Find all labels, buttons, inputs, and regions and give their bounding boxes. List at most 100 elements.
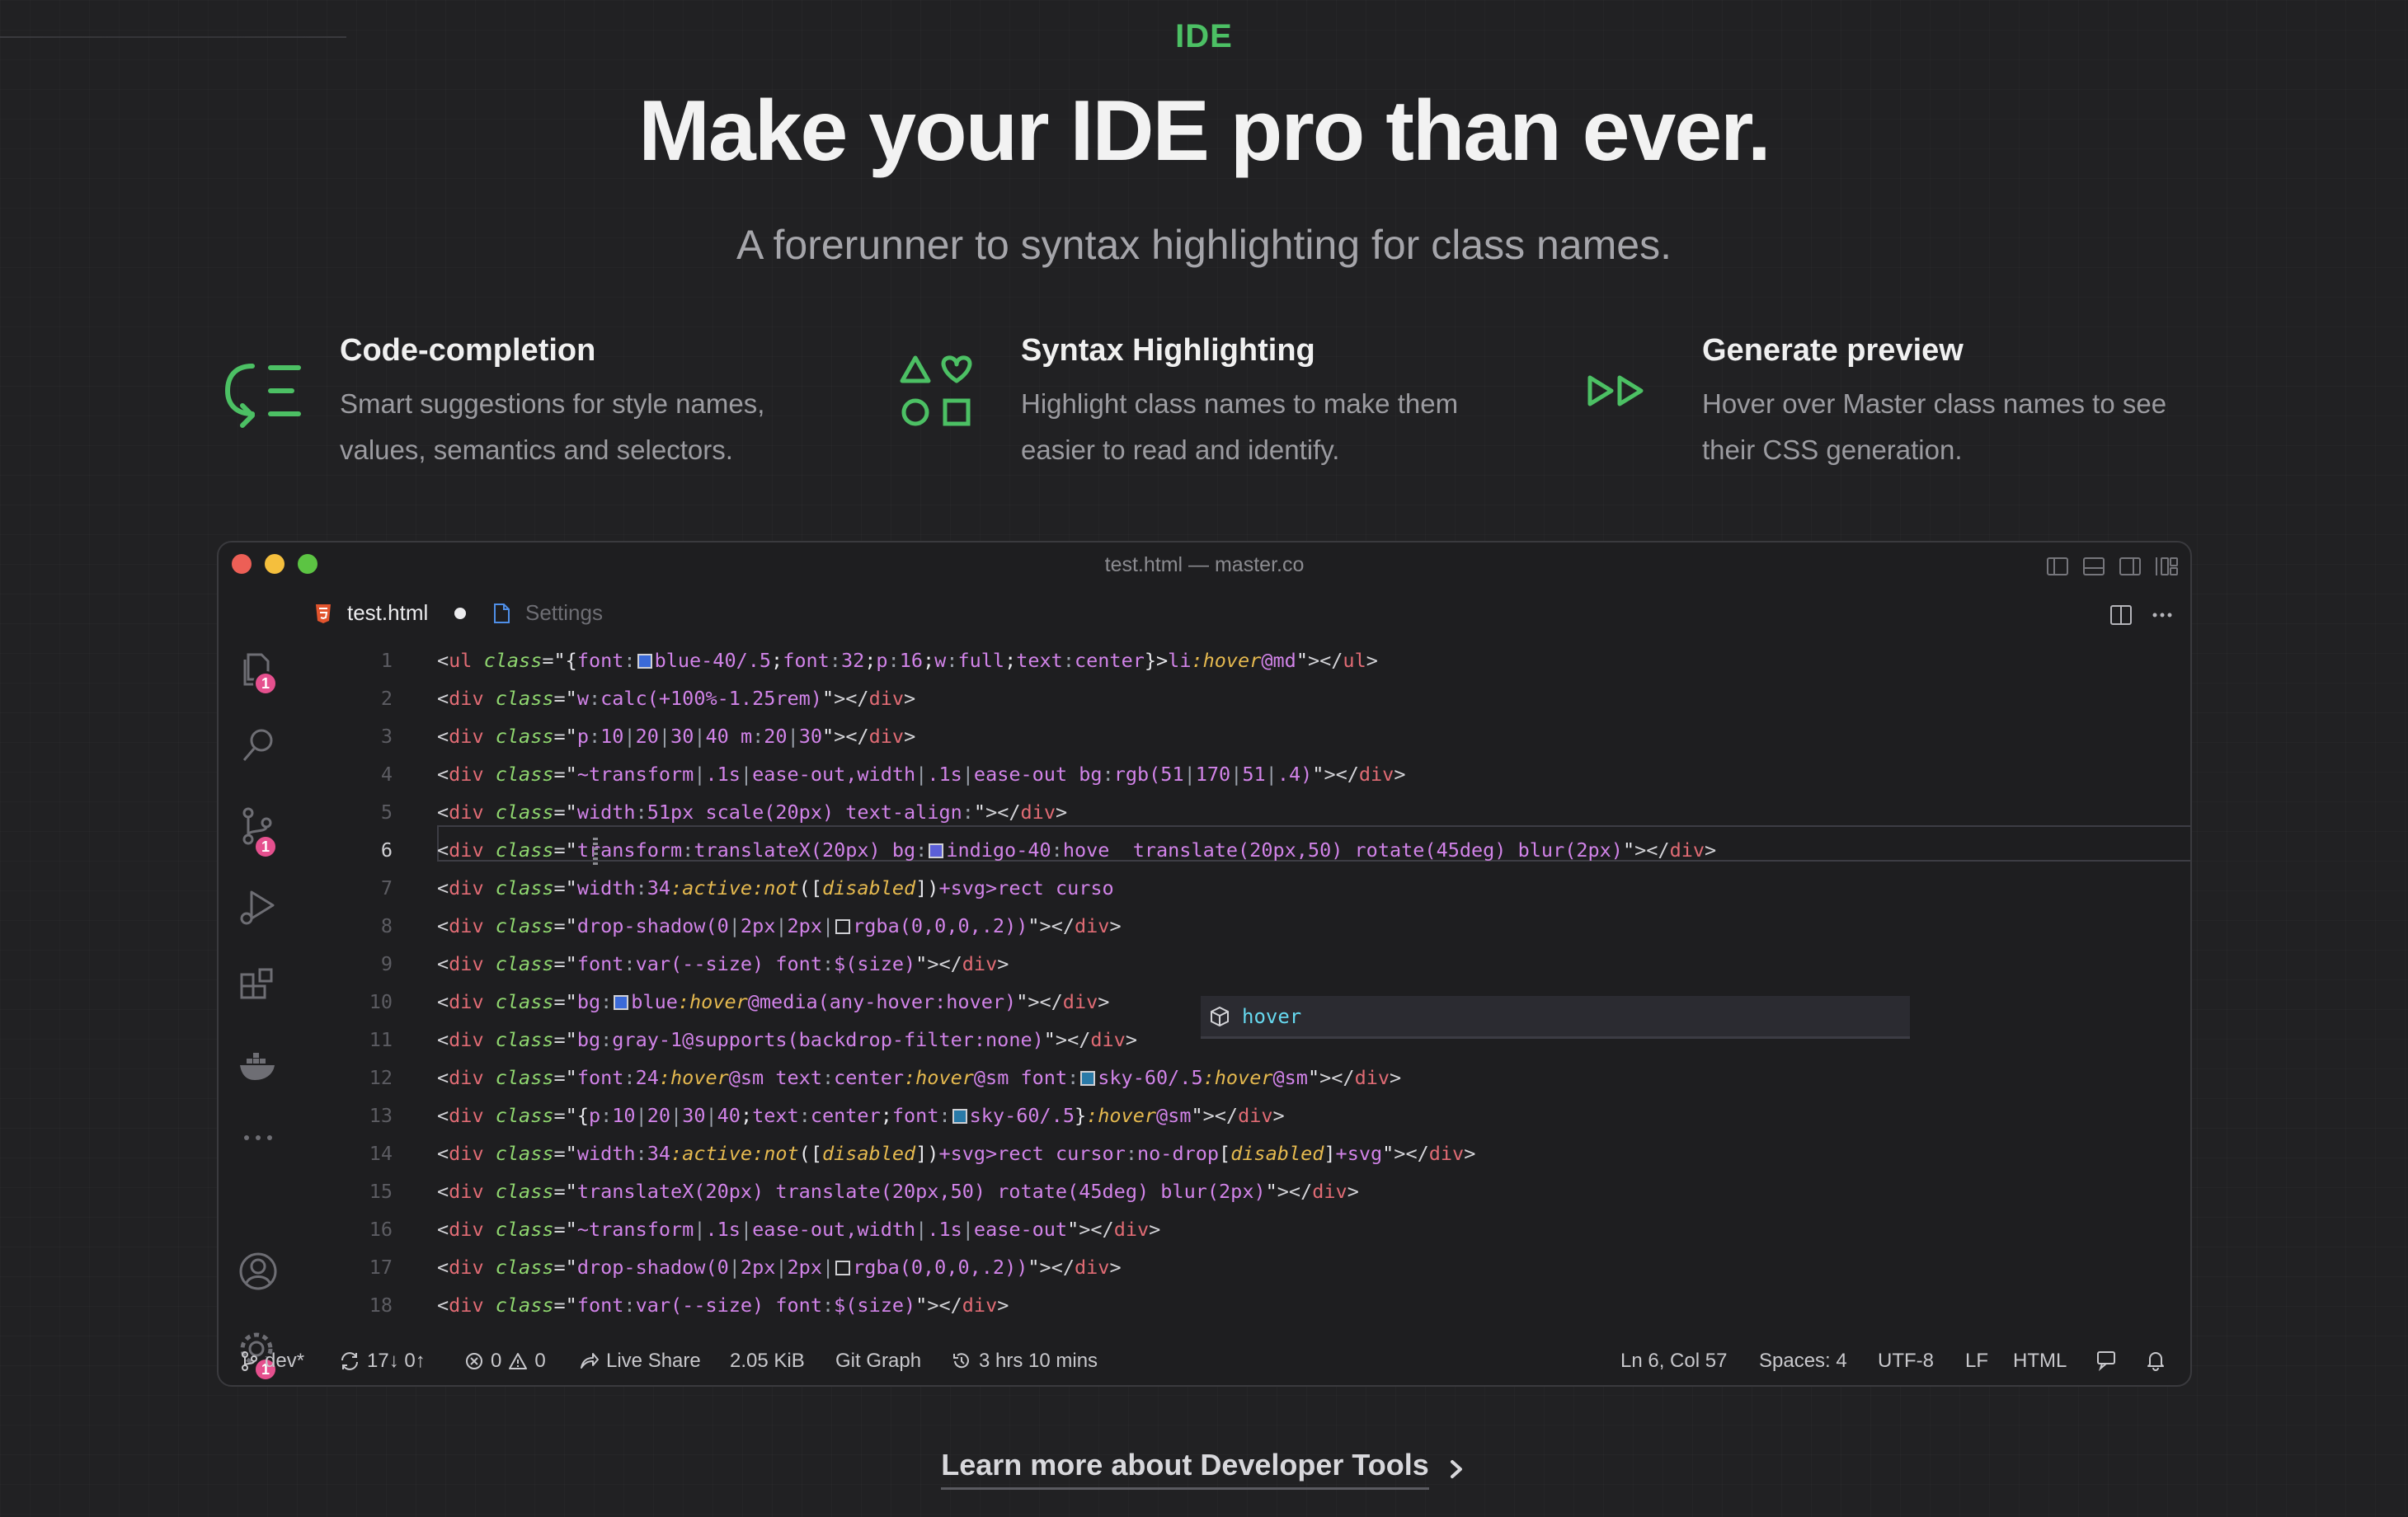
status-bar: dev* 17↓ 0↑ 0 0 Live Share 2.05 KiB Git … <box>219 1336 2190 1385</box>
status-time-tracker[interactable]: 3 hrs 10 mins <box>951 1350 1098 1373</box>
feature-title: Syntax Highlighting <box>1021 333 1315 368</box>
settings-file-icon <box>494 603 510 623</box>
chevron-right-icon <box>1450 1459 1462 1478</box>
code-line-current: 6 <div class="transform:translateX(20px) … <box>380 838 1717 862</box>
shapes-icon <box>900 355 972 426</box>
warning-count: 0 <box>534 1350 546 1372</box>
error-count: 0 <box>491 1350 502 1372</box>
eyebrow-label: IDE <box>1175 18 1233 54</box>
tab-test-html[interactable]: test.html <box>314 600 467 626</box>
code-line: 7 <div class="width:34:active:not([disabl… <box>380 876 1114 899</box>
activity-bar: 1 1 1 <box>219 589 298 1382</box>
time-label: 3 hrs 10 mins <box>979 1350 1098 1372</box>
code-line: 15 <div class="translateX(20px) translate… <box>369 1180 1359 1203</box>
suggestion-label: hover <box>1242 1004 1302 1028</box>
sync-icon <box>341 1352 358 1370</box>
page: IDE Make your IDE pro than ever. A forer… <box>0 0 2408 1517</box>
split-editor-icon[interactable] <box>2109 604 2133 627</box>
learn-more-label: Learn more about Developer Tools <box>941 1448 1429 1490</box>
warning-icon <box>509 1353 528 1369</box>
symbol-cube-icon <box>1211 1006 1229 1026</box>
code-line: 1 <ul class="{font: blue-40/.5;font:32;p:1… <box>380 649 1378 672</box>
tab-label: test.html <box>347 600 429 625</box>
html-file-icon <box>316 604 331 623</box>
code-line: 4 <div class="~transform|.1s|ease-out,wid… <box>380 763 1406 786</box>
title-bar: test.html — master.co <box>219 542 2190 589</box>
error-icon <box>466 1353 482 1369</box>
extensions-icon[interactable] <box>237 966 280 1009</box>
toggle-primary-sidebar-icon[interactable] <box>2045 554 2070 579</box>
code-line: 3 <div class="p:10|20|30|40 m:20|30"></di… <box>380 725 916 748</box>
editor-window: test.html — master.co 1 1 1 test.html Se… <box>217 541 2192 1387</box>
eyebrow: IDE <box>0 18 2408 55</box>
status-notifications[interactable] <box>2145 1350 2166 1371</box>
status-live-share[interactable]: Live Share <box>578 1350 701 1373</box>
status-language[interactable]: HTML <box>2013 1350 2067 1373</box>
code-line: 13 <div class="{p:10|20|30|40;text:center… <box>369 1104 1285 1127</box>
git-branch-icon <box>242 1351 257 1371</box>
autocomplete-suggestion[interactable]: hover <box>1201 996 1910 1039</box>
feature-list: Code-completion Smart suggestions for st… <box>216 333 2195 481</box>
bell-icon <box>2147 1352 2164 1371</box>
feedback-icon <box>2097 1351 2115 1371</box>
window-title: test.html — master.co <box>1104 553 1305 576</box>
live-share-icon <box>581 1353 599 1369</box>
history-clock-icon <box>953 1353 969 1369</box>
status-indentation[interactable]: Spaces: 4 <box>1759 1350 1847 1373</box>
branch-label: dev* <box>265 1350 305 1372</box>
file-size-label: 2.05 KiB <box>730 1350 805 1372</box>
code-editor[interactable]: 1 <ul class="{font: blue-40/.5;font:32;p:1… <box>298 641 2190 1334</box>
eyebrow-divider-right <box>0 35 346 38</box>
page-subtitle: A forerunner to syntax highlighting for … <box>736 222 1672 268</box>
toggle-secondary-sidebar-icon[interactable] <box>2118 554 2142 579</box>
status-cursor-position[interactable]: Ln 6, Col 57 <box>1620 1350 1727 1373</box>
toggle-panel-icon[interactable] <box>2081 554 2106 579</box>
git-graph-label: Git Graph <box>835 1350 922 1372</box>
status-branch[interactable]: dev* <box>240 1350 304 1373</box>
code-line: 18 <div class="font:var(--size) font:$(si… <box>369 1294 1009 1317</box>
status-file-size: 2.05 KiB <box>730 1350 805 1373</box>
search-icon[interactable] <box>237 724 280 767</box>
eol-label: LF <box>1965 1350 1989 1372</box>
status-problems[interactable]: 0 0 <box>464 1350 546 1373</box>
encoding-label: UTF-8 <box>1878 1350 1934 1372</box>
source-control-badge: 1 <box>253 834 278 859</box>
learn-more-link[interactable]: Learn more about Developer Tools <box>0 1448 2408 1490</box>
text-cursor <box>593 835 598 865</box>
code-line: 2 <div class="w:calc(+100%-1.25rem)"></di… <box>380 687 916 710</box>
feature-description: Smart suggestions for style names, value… <box>340 388 765 465</box>
run-debug-icon[interactable] <box>237 885 280 928</box>
indentation-label: Spaces: 4 <box>1759 1350 1847 1372</box>
code-line: 9 <div class="font:var(--size) font:$(siz… <box>380 952 1009 975</box>
sync-label: 17↓ 0↑ <box>367 1350 426 1372</box>
tab-label: Settings <box>525 600 603 625</box>
status-encoding[interactable]: UTF-8 <box>1878 1350 1934 1373</box>
feature-title: Generate preview <box>1702 333 1964 368</box>
fast-forward-icon <box>1587 375 1644 406</box>
feature-title: Code-completion <box>340 333 596 368</box>
more-views-icon[interactable] <box>237 1116 280 1159</box>
status-feedback[interactable] <box>2095 1350 2117 1371</box>
tab-settings[interactable]: Settings <box>492 600 603 626</box>
status-eol[interactable]: LF <box>1965 1350 1988 1373</box>
status-sync[interactable]: 17↓ 0↑ <box>339 1350 426 1373</box>
customize-layout-icon[interactable] <box>2154 554 2179 579</box>
status-git-graph[interactable]: Git Graph <box>835 1350 921 1373</box>
docker-icon[interactable] <box>237 1044 280 1087</box>
code-line: 5 <div class="width:51px scale(20px) text… <box>380 801 1068 824</box>
live-share-label: Live Share <box>606 1350 701 1372</box>
more-actions-icon[interactable] <box>2151 604 2174 627</box>
feature-description: Hover over Master class names to see the… <box>1702 388 2167 465</box>
code-line: 17 <div class="drop-shadow(0|2px|2px| rgba… <box>369 1256 1122 1279</box>
layout-controls <box>2045 554 2179 579</box>
editor-actions <box>2109 604 2174 627</box>
code-line: 19<div class="@shake|1s|infinite>li"></d… <box>298 1324 2190 1334</box>
code-line: 8 <div class="drop-shadow(0|2px|2px| rgba(… <box>380 914 1122 937</box>
cursor-position-label: Ln 6, Col 57 <box>1620 1350 1728 1372</box>
code-line: 16 <div class="~transform|.1s|ease-out,wi… <box>369 1218 1161 1241</box>
explorer-badge: 1 <box>253 671 278 696</box>
language-label: HTML <box>2013 1350 2067 1372</box>
code-line: 12 <div class="font:24:hover@sm text:cent… <box>369 1066 1402 1089</box>
page-title: Make your IDE pro than ever. <box>638 83 1771 179</box>
accounts-icon[interactable] <box>237 1250 280 1293</box>
